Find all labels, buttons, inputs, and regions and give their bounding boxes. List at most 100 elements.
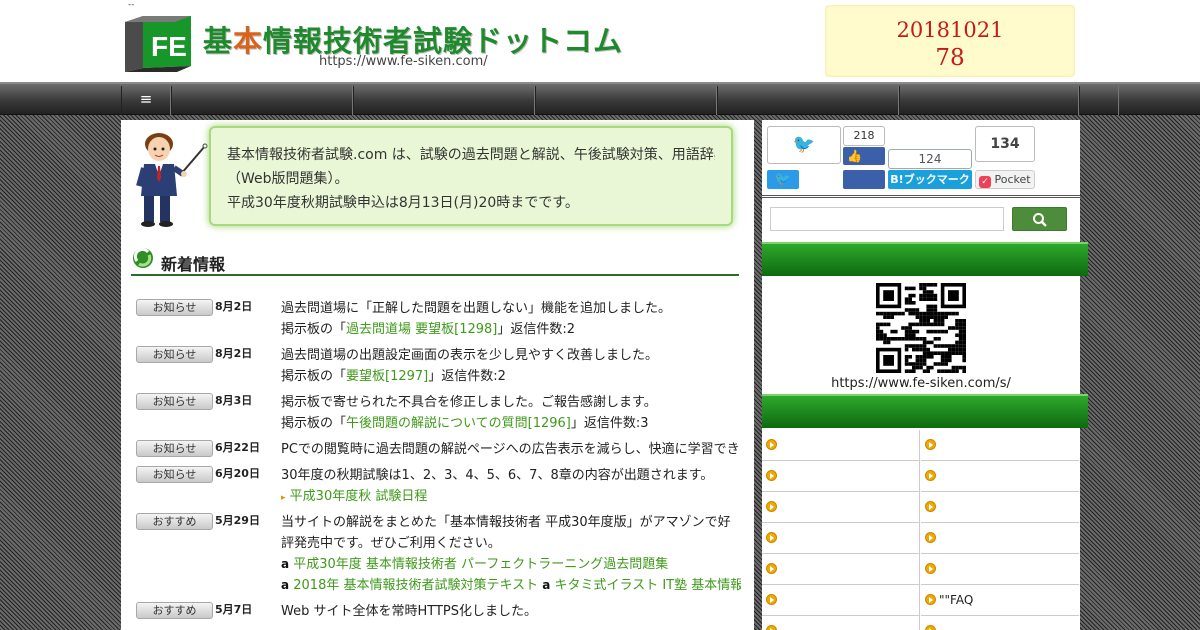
news-category-badge[interactable]: お知らせ — [136, 440, 213, 457]
nav-item-2[interactable] — [353, 86, 535, 115]
sidebar-link-right[interactable] — [921, 492, 1079, 523]
mobile-qr-section: https://www.fe-siken.com/s/ — [762, 278, 1080, 396]
news-body: 当サイトの解説をまとめた「基本情報技術者 平成30年度版」がアマゾンで好評発売中… — [281, 512, 741, 596]
pocket-count: 134 — [975, 126, 1035, 162]
news-category-badge[interactable]: おすすめ — [136, 602, 213, 619]
main-content: 基本情報技術者試験.com は、試験の過去問題と解説、午後試験対策、用語辞典など… — [121, 120, 754, 630]
news-text: Web サイト全体を常時HTTPS化しました。 — [281, 604, 537, 619]
site-title-part1: 基 — [203, 24, 234, 58]
sidebar-link-right[interactable] — [921, 461, 1079, 492]
bullet-arrow-icon — [766, 439, 777, 450]
news-category-badge[interactable]: お知らせ — [136, 299, 213, 316]
notice-line-2: （Web版問題集）。 — [227, 171, 349, 187]
sidebar-link-right[interactable] — [921, 554, 1079, 585]
sidebar-link-left[interactable] — [762, 492, 920, 523]
twitter-share: 🐦 🐦 — [767, 126, 841, 190]
news-link[interactable]: 午後問題の解説についての質問[1296] — [346, 416, 571, 431]
qr-url[interactable]: https://www.fe-siken.com/s/ — [762, 376, 1080, 391]
news-link[interactable]: 過去問道場 要望板[1298] — [346, 322, 497, 337]
news-category-badge[interactable]: おすすめ — [136, 513, 213, 530]
site-notice: 基本情報技術者試験.com は、試験の過去問題と解説、午後試験対策、用語辞典など… — [209, 126, 733, 226]
amazon-book-link[interactable]: 2018年 基本情報技術者試験対策テキスト — [293, 578, 538, 593]
news-category-badge[interactable]: お知らせ — [136, 393, 213, 410]
news-section-title: 新着情報 — [161, 255, 226, 274]
news-link[interactable]: 平成30年度秋 試験日程 — [290, 489, 428, 504]
news-text: 掲示板の「要望板[1297]」返信件数:2 — [281, 366, 741, 387]
menu-icon: ≡ — [139, 90, 153, 108]
logo-cube-text: FE — [151, 31, 187, 62]
amazon-icon: a — [281, 578, 290, 592]
sidebar-link-left[interactable] — [762, 523, 920, 554]
sidebar-link-right[interactable]: ""FAQ — [921, 585, 1079, 616]
bullet-arrow-icon — [925, 439, 936, 450]
bullet-arrow-icon — [766, 594, 777, 605]
bullet-arrow-icon — [766, 470, 777, 481]
nav-item-6[interactable] — [1079, 86, 1119, 115]
news-text: 掲示板の「過去問道場 要望板[1298]」返信件数:2 — [281, 319, 741, 340]
news-text: PCでの閲覧時に過去問題の解説ページへの広告表示を減らし、快適に学習できるよう改… — [281, 439, 741, 460]
sidebar-link-left[interactable] — [762, 461, 920, 492]
news-text-post: 」返信件数:2 — [428, 369, 506, 384]
fe-logo-cube-icon[interactable]: FE — [121, 12, 193, 74]
sidebar-link-right[interactable] — [921, 430, 1079, 461]
amazon-book-link[interactable]: キタミ式イラスト IT塾 基本情報技術者 平成30年度 — [554, 578, 741, 593]
hatena-count: 124 — [888, 149, 972, 169]
news-category-badge[interactable]: お知らせ — [136, 466, 213, 483]
news-text-post: 」返信件数:3 — [570, 416, 649, 431]
sidebar-link-left[interactable] — [762, 616, 920, 630]
hatena-bookmark-button[interactable]: B!ブックマーク — [888, 170, 972, 189]
nav-item-3[interactable] — [535, 86, 717, 115]
news-text-pre: 掲示板の「 — [281, 322, 347, 337]
facebook-share: 218 👍 — [843, 126, 885, 190]
news-category-badge[interactable]: お知らせ — [136, 346, 213, 363]
hatena-share: 124 B!ブックマーク — [888, 149, 972, 190]
news-date: 6月22日 — [215, 441, 260, 454]
bullet-arrow-icon — [766, 625, 777, 630]
arrow-right-icon: ▸ — [281, 493, 286, 503]
search-input[interactable] — [770, 207, 1004, 231]
twitter-share-button[interactable]: 🐦 — [767, 170, 799, 189]
news-body: 30年度の秋期試験は1、2、3、4、5、6、7、8章の内容が出題されます。 ▸ 平… — [281, 465, 741, 509]
bullet-arrow-icon — [766, 532, 777, 543]
news-text-post: 」返信件数:2 — [497, 322, 576, 337]
search-icon — [1033, 213, 1047, 227]
sidebar-link-left[interactable] — [762, 554, 920, 585]
sidebar-link-right[interactable] — [921, 523, 1079, 554]
news-section-icon — [133, 247, 153, 268]
counter-date: 20181021 — [896, 18, 1004, 42]
nav-item-1[interactable] — [171, 86, 353, 115]
nav-menu-button[interactable]: ≡ — [121, 86, 171, 115]
news-link[interactable]: 要望板[1297] — [346, 369, 428, 384]
news-text: 過去問道場に「正解した問題を出題しない」機能を追加しました。 — [281, 301, 672, 316]
bullet-arrow-icon — [925, 594, 936, 605]
sidebar-link-right[interactable] — [921, 616, 1079, 630]
news-text: 掲示板の「午後問題の解説についての質問[1296]」返信件数:3 — [281, 413, 741, 434]
bullet-arrow-icon — [925, 501, 936, 512]
access-counter: 20181021 78 — [825, 5, 1075, 77]
news-date: 8月2日 — [215, 347, 253, 360]
counter-count: 78 — [935, 45, 965, 71]
news-text: 過去問道場の出題設定画面の表示を少し見やすく改善しました。 — [281, 348, 659, 363]
bullet-arrow-icon — [766, 563, 777, 574]
bullet-arrow-icon — [925, 625, 936, 630]
facebook-like-button[interactable]: 👍 — [843, 147, 885, 165]
nav-item-4[interactable] — [717, 86, 899, 115]
facebook-share-button[interactable] — [843, 170, 885, 189]
notice-line-1: 基本情報技術者試験.com は、試験の過去問題と解説、午後試験対策、用語辞典など… — [227, 147, 715, 163]
pocket-button[interactable]: ✓ Pocket — [975, 170, 1035, 189]
facebook-count: 218 — [843, 126, 885, 146]
news-date: 8月3日 — [215, 394, 253, 407]
sidebar-green-band-1 — [762, 242, 1088, 276]
sidebar-link-left[interactable] — [762, 585, 920, 616]
news-date: 8月2日 — [215, 300, 253, 313]
sidebar-link-left[interactable] — [762, 430, 920, 461]
news-date: 6月20日 — [215, 467, 260, 480]
share-buttons: 🐦 🐦 218 👍 124 B!ブックマーク 134 ✓ Pocket — [762, 120, 1080, 198]
sidebar-green-band-2 — [762, 394, 1088, 428]
search-button[interactable] — [1012, 207, 1067, 231]
amazon-book-link[interactable]: 平成30年度 基本情報技術者 パーフェクトラーニング過去問題集 — [293, 557, 668, 572]
header-dash-mark: -- — [128, 0, 135, 10]
sidebar: 🐦 🐦 218 👍 124 B!ブックマーク 134 ✓ Pocket http… — [762, 120, 1088, 630]
nav-item-5[interactable] — [899, 86, 1079, 115]
qr-code-icon — [876, 283, 966, 373]
